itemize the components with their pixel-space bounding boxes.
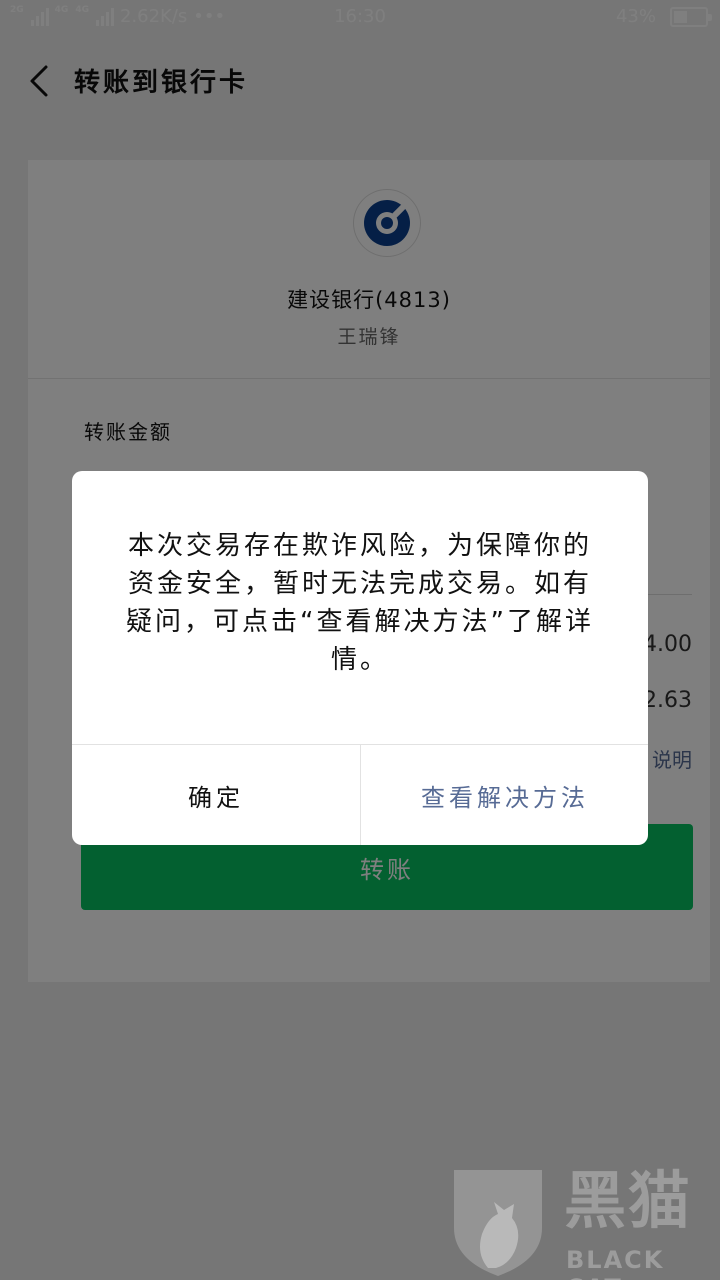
view-solution-button[interactable]: 查看解决方法 xyxy=(361,745,648,845)
risk-dialog: 本次交易存在欺诈风险，为保障你的资金安全，暂时无法完成交易。如有疑问，可点击“查… xyxy=(72,471,648,845)
watermark-cn: 黑猫 xyxy=(564,1164,693,1237)
watermark-en: BLACK CAT xyxy=(566,1246,665,1280)
cat-shield-icon xyxy=(454,1170,542,1276)
confirm-button[interactable]: 确定 xyxy=(72,745,360,845)
watermark: 黑猫 BLACK CAT xyxy=(448,1164,718,1280)
dialog-message: 本次交易存在欺诈风险，为保障你的资金安全，暂时无法完成交易。如有疑问，可点击“查… xyxy=(126,531,594,675)
